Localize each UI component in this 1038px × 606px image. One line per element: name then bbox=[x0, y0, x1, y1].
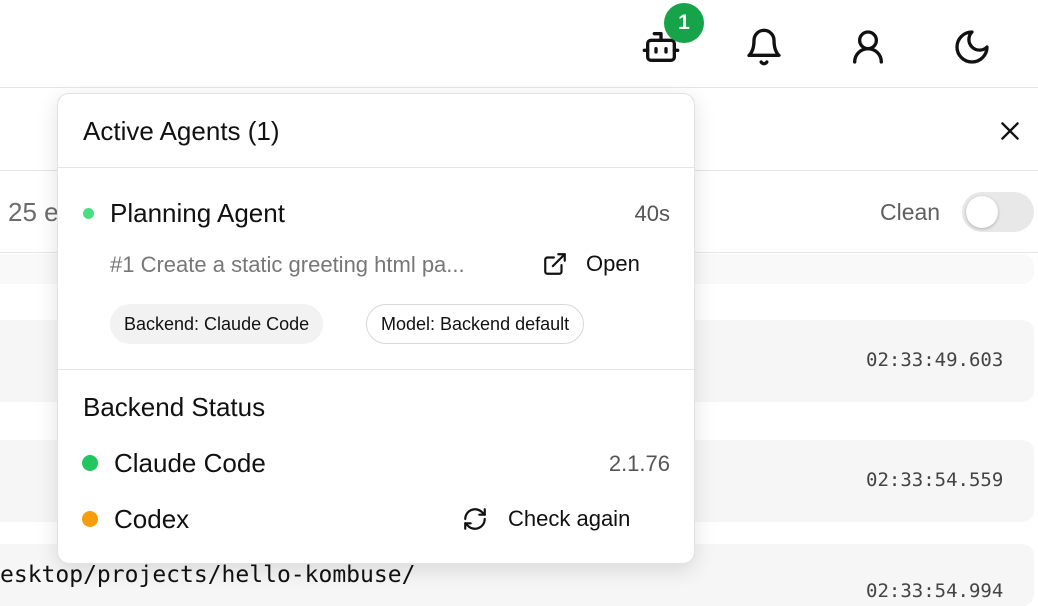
bell-icon bbox=[747, 28, 781, 66]
active-agents-popover: Active Agents (1) Planning Agent 40s #1 … bbox=[57, 93, 695, 564]
agent-elapsed: 40s bbox=[634, 201, 670, 226]
notifications-button[interactable] bbox=[742, 25, 786, 69]
log-timestamp: 02:33:54.994 bbox=[866, 580, 1004, 602]
agent-name: Planning Agent bbox=[110, 198, 285, 228]
clean-label: Clean bbox=[880, 199, 941, 225]
log-path: esktop/projects/hello-kombuse/ bbox=[0, 562, 416, 588]
open-agent-button[interactable]: Open bbox=[542, 246, 640, 282]
agents-count-badge: 1 bbox=[664, 3, 704, 43]
divider bbox=[58, 369, 694, 370]
close-button[interactable] bbox=[990, 111, 1030, 151]
backend-status-title: Backend Status bbox=[83, 392, 266, 422]
profile-button[interactable] bbox=[846, 25, 890, 69]
divider bbox=[58, 167, 694, 168]
backend-name: Claude Code bbox=[114, 448, 266, 478]
backend-pill: Backend: Claude Code bbox=[110, 304, 324, 344]
refresh-icon bbox=[464, 508, 486, 530]
backend-status-dot bbox=[82, 455, 98, 471]
backend-status-dot bbox=[82, 511, 98, 527]
agent-status-dot bbox=[83, 208, 94, 219]
check-again-label: Check again bbox=[508, 506, 631, 531]
top-bar: 1 bbox=[0, 0, 1038, 88]
event-count: 25 e bbox=[8, 197, 59, 227]
toggle-knob bbox=[966, 196, 998, 228]
clean-toggle[interactable] bbox=[962, 192, 1034, 232]
user-icon bbox=[853, 30, 883, 64]
log-timestamp: 02:33:49.603 bbox=[866, 349, 1004, 371]
moon-icon bbox=[955, 30, 989, 64]
open-label: Open bbox=[586, 251, 640, 276]
model-pill: Model: Backend default bbox=[366, 304, 585, 344]
popover-title: Active Agents (1) bbox=[83, 116, 280, 146]
agent-task: #1 Create a static greeting html pa... bbox=[110, 252, 465, 277]
backend-name: Codex bbox=[114, 504, 190, 534]
backend-version: 2.1.76 bbox=[608, 451, 670, 476]
theme-toggle-button[interactable] bbox=[950, 25, 994, 69]
check-again-button[interactable]: Check again bbox=[462, 501, 630, 537]
log-timestamp: 02:33:54.559 bbox=[866, 469, 1004, 491]
close-icon bbox=[1001, 122, 1019, 140]
external-link-icon bbox=[544, 253, 566, 275]
